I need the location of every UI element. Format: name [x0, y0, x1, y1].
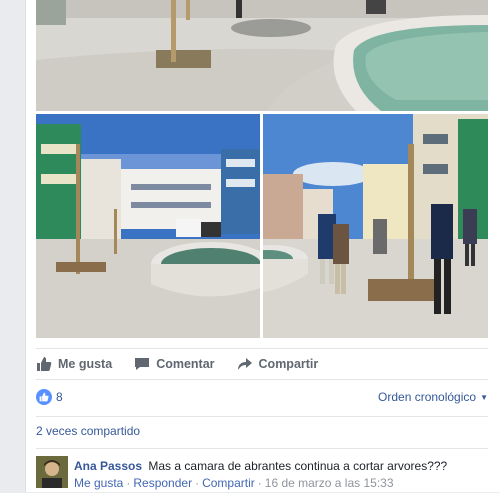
like-count[interactable]: 8 [56, 390, 63, 404]
comment-text: Mas a camara de abrantes continua a cort… [148, 459, 448, 473]
reactions-row: 8 Orden cronológico ▼ [36, 385, 488, 409]
comment-like-link[interactable]: Me gusta [74, 476, 123, 490]
shares-count-label: 2 veces compartido [36, 424, 141, 438]
caret-down-icon: ▼ [480, 392, 488, 402]
like-badge-icon[interactable] [36, 389, 52, 405]
post-photo-people-right[interactable] [263, 114, 488, 338]
comment-share-link[interactable]: Compartir [202, 476, 255, 490]
post-card: Me gusta Comentar Compartir 8 Orden cron… [25, 0, 500, 492]
post-action-bar: Me gusta Comentar Compartir [36, 348, 488, 380]
comment-order-dropdown[interactable]: Orden cronológico ▼ [378, 390, 488, 404]
comment-author[interactable]: Ana Passos [74, 459, 142, 473]
comment-meta: Me gusta · Responder · Compartir · 16 de marzo… [74, 476, 484, 490]
comment-button-label: Comentar [156, 357, 215, 371]
shares-count-link[interactable]: 2 veces compartido [36, 416, 488, 445]
meta-separator: · [126, 476, 131, 490]
comment-reply-link[interactable]: Responder [133, 476, 192, 490]
avatar[interactable] [36, 456, 68, 488]
like-button[interactable]: Me gusta [36, 356, 112, 372]
thumbs-up-icon [37, 357, 52, 371]
meta-separator: · [257, 476, 262, 490]
post-photo-buildings-left[interactable] [36, 114, 260, 338]
meta-separator: · [195, 476, 200, 490]
share-button[interactable]: Compartir [237, 356, 319, 372]
comment-item: Ana Passos Mas a camara de abrantes cont… [36, 448, 488, 493]
comment-order-label: Orden cronológico [378, 390, 477, 404]
share-button-label: Compartir [258, 357, 319, 371]
comment-button[interactable]: Comentar [134, 356, 215, 372]
speech-bubble-icon [135, 358, 150, 370]
like-button-label: Me gusta [58, 357, 113, 371]
post-photo-plaza-fountain[interactable] [36, 0, 488, 111]
comment-line: Ana Passos Mas a camara de abrantes cont… [74, 459, 484, 473]
share-arrow-icon [237, 358, 252, 370]
comment-timestamp[interactable]: 16 de marzo a las 15:33 [265, 476, 394, 490]
comment-body: Ana Passos Mas a camara de abrantes cont… [74, 459, 484, 490]
